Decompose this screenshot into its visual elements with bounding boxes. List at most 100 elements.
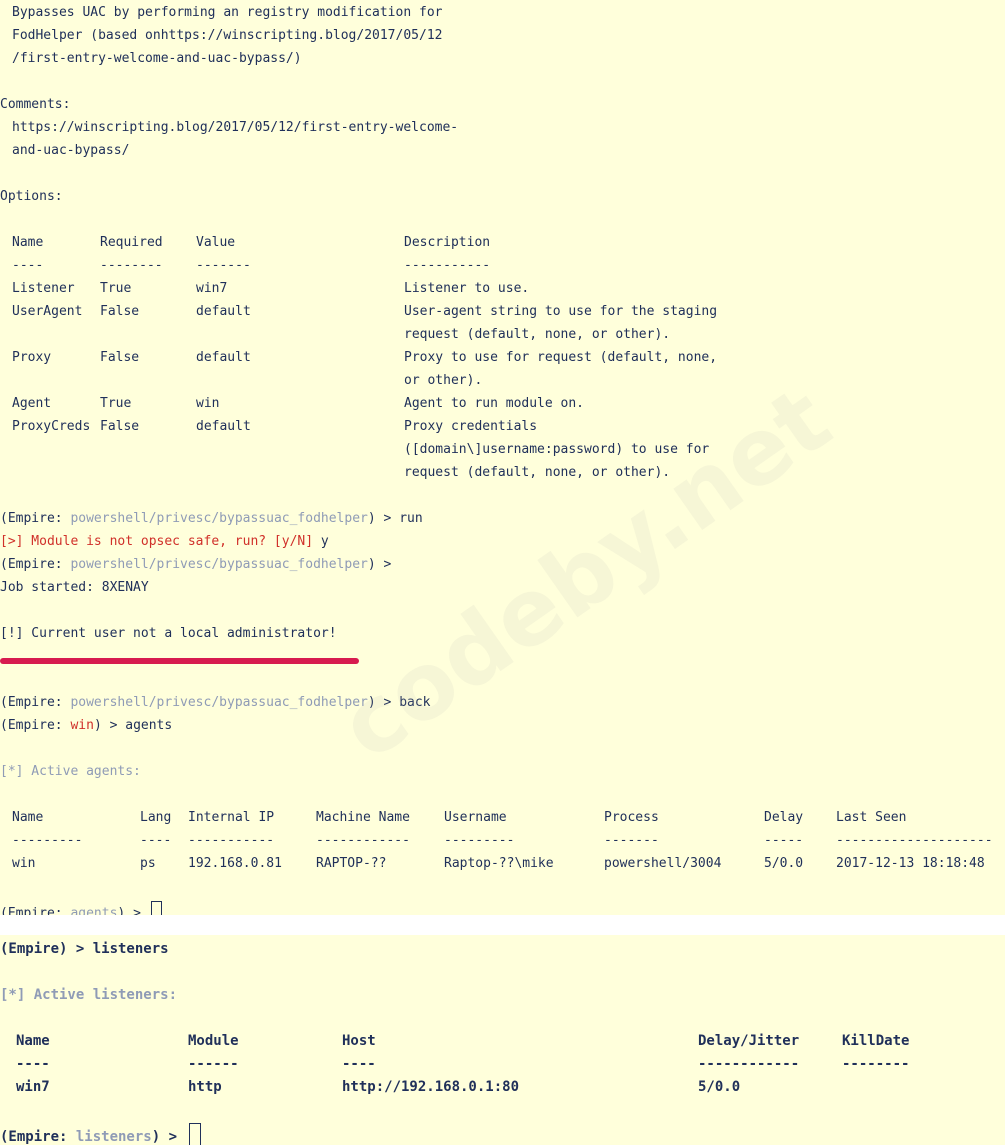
listener-cell-module: http bbox=[188, 1079, 222, 1095]
active-agents-label: [*] Active agents: bbox=[0, 764, 141, 779]
agents-header: Internal IP bbox=[188, 810, 275, 825]
comments-line: https://winscripting.blog/2017/05/12/fir… bbox=[12, 120, 459, 135]
agents-header: Name bbox=[12, 810, 44, 825]
listeners-header: Host bbox=[342, 1033, 376, 1049]
command-listeners: listeners bbox=[92, 941, 169, 957]
options-header-required: Required bbox=[100, 235, 163, 250]
options-header-name: Name bbox=[12, 235, 44, 250]
option-description: ([domain\]username:password) to use for bbox=[404, 442, 710, 457]
agent-cell-process: powershell/3004 bbox=[604, 856, 722, 871]
job-started: Job started: 8XENAY bbox=[0, 580, 149, 595]
agents-underline: ----------- bbox=[188, 833, 275, 848]
description-line: FodHelper (based onhttps://winscripting.… bbox=[12, 28, 443, 43]
listeners-header: KillDate bbox=[842, 1033, 910, 1049]
description-line: Bypasses UAC by performing an registry m… bbox=[12, 5, 443, 20]
command-back: back bbox=[399, 695, 431, 710]
listeners-underline: ---- bbox=[342, 1056, 376, 1072]
agent-cell-name: win bbox=[12, 856, 36, 871]
prompt-suffix: ) > bbox=[367, 557, 400, 572]
option-name: ProxyCreds bbox=[12, 419, 91, 434]
listener-cell-host: http://192.168.0.1:80 bbox=[342, 1079, 520, 1095]
agent-cell-delay: 5/0.0 bbox=[764, 856, 804, 871]
option-description: request (default, none, or other). bbox=[404, 465, 671, 480]
listeners-underline: -------- bbox=[842, 1056, 910, 1072]
listeners-underline: ------ bbox=[188, 1056, 239, 1072]
agent-cell-lang: ps bbox=[140, 856, 156, 871]
agent-cell-lastseen: 2017-12-13 18:18:48 bbox=[836, 856, 985, 871]
option-value: default bbox=[196, 304, 251, 319]
prompt-prefix: (Empire: bbox=[0, 511, 71, 526]
options-header-description: Description bbox=[404, 235, 491, 250]
options-header-value: Value bbox=[196, 235, 236, 250]
description-line: /first-entry-welcome-and-uac-bypass/) bbox=[12, 51, 302, 66]
agents-underline: --------- bbox=[444, 833, 515, 848]
agents-underline: ----- bbox=[764, 833, 804, 848]
opsec-line: [>] Module is not opsec safe, run? [y/N]… bbox=[0, 533, 329, 551]
option-value: win7 bbox=[196, 281, 228, 296]
option-description: Listener to use. bbox=[404, 281, 530, 296]
agents-underline: --------- bbox=[12, 833, 83, 848]
prompt-prefix: (Empire: bbox=[0, 557, 71, 572]
agent-cell-ip: 192.168.0.81 bbox=[188, 856, 282, 871]
listeners-header: Name bbox=[16, 1033, 50, 1049]
options-label: Options: bbox=[0, 189, 63, 204]
prompt-prefix: (Empire: bbox=[0, 1129, 76, 1145]
agent-cell-machine: RAPTOP-?? bbox=[316, 856, 387, 871]
listener-cell-name: win7 bbox=[16, 1079, 50, 1095]
agents-underline: -------------------- bbox=[836, 833, 993, 848]
prompt-line-current[interactable]: (Empire: agents) > bbox=[0, 901, 162, 915]
option-name: Proxy bbox=[12, 350, 52, 365]
listener-cell-delay: 5/0.0 bbox=[698, 1079, 741, 1095]
prompt-line-listeners: (Empire) > listeners bbox=[0, 939, 169, 959]
opsec-warning: [>] Module is not opsec safe, run? [y/N] bbox=[0, 534, 321, 549]
prompt-line-run: (Empire: powershell/privesc/bypassuac_fo… bbox=[0, 510, 423, 528]
agents-header: Last Seen bbox=[836, 810, 907, 825]
prompt-line-current[interactable]: (Empire: listeners) > bbox=[0, 1123, 202, 1145]
option-description: request (default, none, or other). bbox=[404, 327, 671, 342]
prompt-prefix: (Empire: bbox=[0, 906, 71, 915]
options-underline: ------- bbox=[196, 258, 251, 273]
command-run: run bbox=[399, 511, 423, 526]
screenshot-divider bbox=[0, 915, 1005, 935]
prompt-prefix: (Empire: bbox=[0, 718, 71, 733]
module-path: powershell/privesc/bypassuac_fodhelper bbox=[70, 557, 368, 572]
prompt-line-back: (Empire: powershell/privesc/bypassuac_fo… bbox=[0, 694, 431, 712]
agents-header: Machine Name bbox=[316, 810, 410, 825]
agents-underline: ------- bbox=[604, 833, 659, 848]
listeners-header: Delay/Jitter bbox=[698, 1033, 800, 1049]
option-value: default bbox=[196, 350, 251, 365]
option-description: User-agent string to use for the staging bbox=[404, 304, 718, 319]
prompt-suffix: ) > bbox=[151, 1129, 186, 1145]
options-underline: -------- bbox=[100, 258, 163, 273]
command-agents: agents bbox=[125, 718, 173, 733]
listeners-underline: ------------ bbox=[698, 1056, 800, 1072]
comments-label: Comments: bbox=[0, 97, 71, 112]
option-required: False bbox=[100, 304, 140, 319]
agents-underline: ---- bbox=[140, 833, 172, 848]
listeners-underline: ---- bbox=[16, 1056, 50, 1072]
prompt-main: (Empire) > bbox=[0, 941, 93, 957]
agents-header: Lang bbox=[140, 810, 172, 825]
option-description: Proxy credentials bbox=[404, 419, 538, 434]
highlight-underline bbox=[0, 658, 359, 664]
option-value: win bbox=[196, 396, 220, 411]
options-underline: ---- bbox=[12, 258, 44, 273]
listeners-context: listeners bbox=[75, 1129, 152, 1145]
comments-line: and-uac-bypass/ bbox=[12, 143, 130, 158]
option-name: Agent bbox=[12, 396, 52, 411]
terminal-window-bottom[interactable]: (Empire) > listeners [*] Active listener… bbox=[0, 935, 1005, 1145]
option-description: Proxy to use for request (default, none, bbox=[404, 350, 718, 365]
module-path: powershell/privesc/bypassuac_fodhelper bbox=[70, 695, 368, 710]
options-underline: ----------- bbox=[404, 258, 491, 273]
terminal-window-top[interactable]: Bypasses UAC by performing an registry m… bbox=[0, 0, 1005, 915]
prompt-prefix: (Empire: bbox=[0, 695, 71, 710]
option-description: Agent to run module on. bbox=[404, 396, 585, 411]
active-listeners-label: [*] Active listeners: bbox=[0, 987, 178, 1003]
option-value: default bbox=[196, 419, 251, 434]
prompt-suffix: ) > bbox=[367, 695, 400, 710]
text-cursor[interactable] bbox=[189, 1123, 202, 1145]
agent-cell-username: Raptop-??\mike bbox=[444, 856, 554, 871]
agent-name: win bbox=[70, 718, 94, 733]
option-description: or other). bbox=[404, 373, 483, 388]
text-cursor[interactable] bbox=[150, 901, 162, 915]
